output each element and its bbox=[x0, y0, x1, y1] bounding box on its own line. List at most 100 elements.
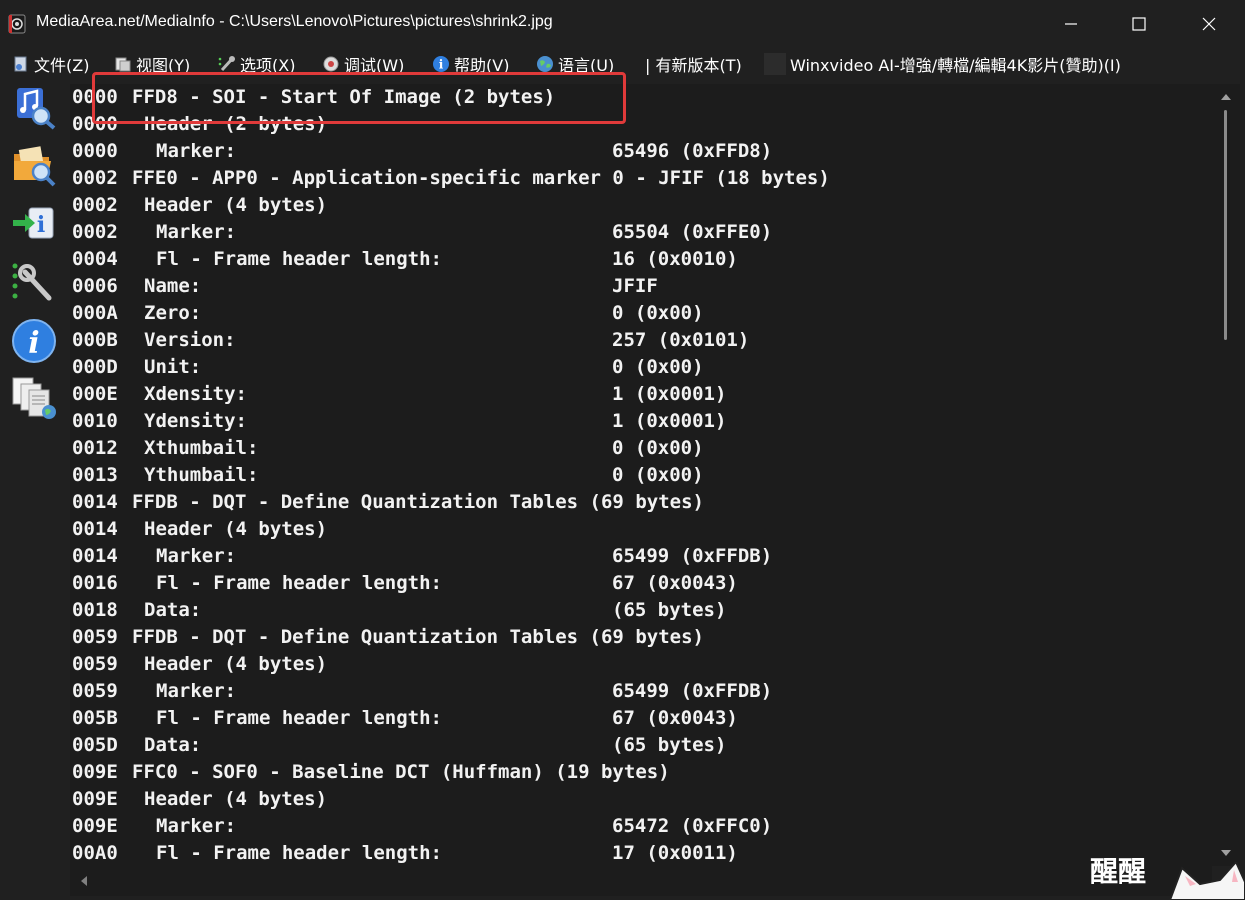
line-offset: 000E bbox=[72, 383, 118, 405]
line-description: Marker: bbox=[156, 221, 237, 243]
sponsor-icon bbox=[764, 53, 786, 75]
line-value: 0 (0x00) bbox=[612, 464, 704, 486]
sheet-view-icon bbox=[12, 377, 56, 419]
menu-file[interactable]: 文件(Z) bbox=[12, 52, 89, 76]
line-offset: 0059 bbox=[72, 653, 118, 675]
file-icon bbox=[14, 56, 27, 72]
line-value: (65 bytes) bbox=[612, 734, 727, 756]
mediainfo-app-icon bbox=[8, 14, 26, 34]
line-description: Xdensity: bbox=[144, 383, 247, 405]
vertical-scroll-thumb[interactable] bbox=[1224, 110, 1227, 340]
line-offset: 009E bbox=[72, 815, 118, 837]
line-description: Fl - Frame header length: bbox=[156, 248, 442, 270]
scroll-left-arrow-icon[interactable] bbox=[74, 866, 94, 896]
preferences-button[interactable] bbox=[11, 260, 57, 306]
line-offset: 000A bbox=[72, 302, 118, 324]
open-folder-icon bbox=[14, 146, 56, 187]
line-value: 257 (0x0101) bbox=[612, 329, 750, 351]
line-description: FFC0 - SOF0 - Baseline DCT (Huffman) (19… bbox=[132, 761, 670, 783]
line-offset: 0002 bbox=[72, 167, 118, 189]
line-value: 65496 (0xFFD8) bbox=[612, 140, 773, 162]
menu-new-version-label: | 有新版本(T) bbox=[645, 56, 742, 75]
line-value: 1 (0x0001) bbox=[612, 383, 727, 405]
export-icon: i bbox=[13, 207, 54, 239]
view-icon bbox=[115, 57, 131, 72]
line-description: Data: bbox=[144, 599, 202, 621]
help-icon: i bbox=[433, 56, 449, 72]
export-button[interactable]: i bbox=[11, 202, 57, 248]
open-folder-button[interactable] bbox=[11, 142, 57, 188]
line-offset: 0016 bbox=[72, 572, 118, 594]
line-value: JFIF bbox=[612, 275, 658, 297]
menu-file-label: 文件(Z) bbox=[34, 56, 90, 75]
line-offset: 005B bbox=[72, 707, 118, 729]
maximize-button[interactable] bbox=[1116, 0, 1162, 48]
line-description: Data: bbox=[144, 734, 202, 756]
svg-text:i: i bbox=[439, 58, 444, 72]
line-value: 67 (0x0043) bbox=[612, 572, 738, 594]
line-value: 65499 (0xFFDB) bbox=[612, 680, 773, 702]
line-description: Xthumbail: bbox=[144, 437, 259, 459]
sheet-view-button[interactable] bbox=[11, 376, 57, 422]
line-value: (65 bytes) bbox=[612, 599, 727, 621]
line-offset: 000B bbox=[72, 329, 118, 351]
menu-sponsor[interactable]: Winxvideo AI-增強/轉檔/編輯4K影片(贊助)(I) bbox=[764, 52, 1121, 76]
horizontal-scrollbar[interactable] bbox=[70, 866, 1212, 896]
close-icon bbox=[1202, 17, 1216, 31]
line-description: Name: bbox=[144, 275, 202, 297]
line-description: Marker: bbox=[156, 680, 237, 702]
line-offset: 0059 bbox=[72, 626, 118, 648]
line-value: 65472 (0xFFC0) bbox=[612, 815, 773, 837]
line-description: FFDB - DQT - Define Quantization Tables … bbox=[132, 626, 704, 648]
line-description: Marker: bbox=[156, 545, 237, 567]
line-value: 1 (0x0001) bbox=[612, 410, 727, 432]
line-description: Marker: bbox=[156, 815, 237, 837]
window-title: MediaArea.net/MediaInfo - C:\Users\Lenov… bbox=[36, 13, 553, 30]
line-description: Fl - Frame header length: bbox=[156, 572, 442, 594]
menu-sponsor-label: Winxvideo AI-增強/轉檔/編輯4K影片(贊助)(I) bbox=[790, 56, 1121, 75]
close-button[interactable] bbox=[1186, 0, 1232, 48]
menu-new-version[interactable]: | 有新版本(T) bbox=[645, 52, 742, 76]
scroll-up-arrow-icon[interactable] bbox=[1212, 86, 1240, 106]
line-description: Header (4 bytes) bbox=[144, 194, 328, 216]
info-text-area[interactable]: 0000 FFD8 - SOI - Start Of Image (2 bytes… bbox=[70, 84, 1212, 866]
debug-icon bbox=[323, 56, 339, 72]
line-value: 0 (0x00) bbox=[612, 437, 704, 459]
line-description: Zero: bbox=[144, 302, 202, 324]
line-offset: 000D bbox=[72, 356, 118, 378]
line-offset: 0014 bbox=[72, 491, 118, 513]
line-value: 65504 (0xFFE0) bbox=[612, 221, 773, 243]
line-description: FFDB - DQT - Define Quantization Tables … bbox=[132, 491, 704, 513]
line-description: Header (4 bytes) bbox=[144, 518, 328, 540]
line-offset: 0006 bbox=[72, 275, 118, 297]
open-file-button[interactable] bbox=[11, 84, 57, 130]
line-offset: 00A0 bbox=[72, 842, 118, 864]
line-offset: 0004 bbox=[72, 248, 118, 270]
line-value: 67 (0x0043) bbox=[612, 707, 738, 729]
line-offset: 0013 bbox=[72, 464, 118, 486]
line-offset: 0014 bbox=[72, 545, 118, 567]
line-offset: 0010 bbox=[72, 410, 118, 432]
scroll-down-arrow-icon[interactable] bbox=[1212, 844, 1240, 864]
line-value: 0 (0x00) bbox=[612, 356, 704, 378]
line-value: 17 (0x0011) bbox=[612, 842, 738, 864]
preferences-icon bbox=[12, 263, 52, 301]
line-description: Fl - Frame header length: bbox=[156, 707, 442, 729]
line-description: Version: bbox=[144, 329, 236, 351]
svg-text:i: i bbox=[37, 212, 45, 238]
minimize-icon bbox=[1065, 23, 1077, 25]
cat-sticker-icon bbox=[1168, 862, 1245, 900]
line-value: 65499 (0xFFDB) bbox=[612, 545, 773, 567]
line-description: Ydensity: bbox=[144, 410, 247, 432]
about-icon: i bbox=[12, 319, 56, 363]
about-button[interactable]: i bbox=[11, 318, 57, 364]
line-description: Unit: bbox=[144, 356, 202, 378]
line-offset: 0059 bbox=[72, 680, 118, 702]
line-description: Fl - Frame header length: bbox=[156, 842, 442, 864]
minimize-button[interactable] bbox=[1048, 0, 1094, 48]
title-bar: MediaArea.net/MediaInfo - C:\Users\Lenov… bbox=[0, 0, 1245, 48]
line-value: 16 (0x0010) bbox=[612, 248, 738, 270]
vertical-scrollbar[interactable] bbox=[1212, 84, 1240, 866]
line-description: FFE0 - APP0 - Application-specific marke… bbox=[132, 167, 830, 189]
line-value: 0 (0x00) bbox=[612, 302, 704, 324]
